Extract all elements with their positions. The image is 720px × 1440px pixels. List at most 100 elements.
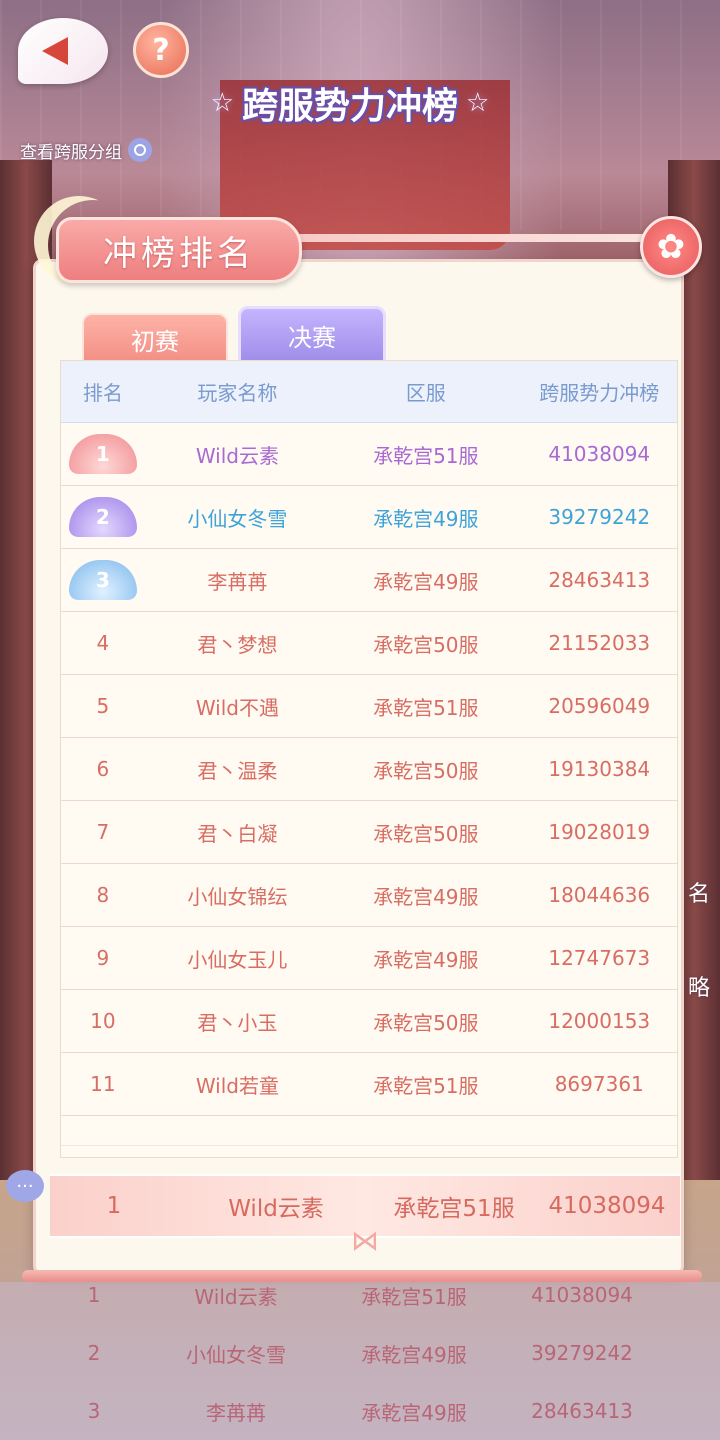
rank-3-fan-icon: 3 <box>68 560 137 600</box>
score: 19028019 <box>548 820 651 844</box>
view-group-link[interactable]: 查看跨服分组 <box>20 136 152 164</box>
rank-number: 4 <box>96 631 110 655</box>
score: 39279242 <box>548 505 651 529</box>
rank-number: 11 <box>90 1072 116 1096</box>
server-name: 承乾宫51服 <box>361 1284 467 1309</box>
col-player-name: 玩家名称 <box>197 381 278 405</box>
rank-number: 1 <box>87 1283 101 1307</box>
player-name: 小仙女锦纭 <box>187 884 288 909</box>
rank-number: 10 <box>90 1009 116 1033</box>
table-row-cut-off <box>61 1116 677 1146</box>
player-name: 李苒苒 <box>206 1400 266 1425</box>
rank-1-fan-icon: 1 <box>68 434 137 474</box>
score: 41038094 <box>531 1283 633 1307</box>
table-row: 6 君丶温柔 承乾宫50服 19130384 <box>61 738 677 801</box>
rank-number: 2 <box>87 1341 101 1365</box>
ranking-table[interactable]: 排名 玩家名称 区服 跨服势力冲榜 1 Wild云素 承乾宫51服 410380… <box>60 360 678 1158</box>
server-name: 承乾宫50服 <box>373 821 479 846</box>
star-icon: ☆ <box>210 88 234 118</box>
tab-final-label: 决赛 <box>288 323 336 352</box>
my-player-name: Wild云素 <box>228 1196 324 1222</box>
rank-number: 5 <box>96 694 110 718</box>
score: 8697361 <box>554 1072 644 1096</box>
question-icon: ? <box>152 32 170 68</box>
chat-icon[interactable]: ··· <box>6 1170 44 1202</box>
star-icon: ☆ <box>466 88 490 118</box>
side-label-strategy[interactable]: 略 <box>688 970 710 1002</box>
server-name: 承乾宫49服 <box>373 506 479 531</box>
table-row: 8 小仙女锦纭 承乾宫49服 18044636 <box>61 864 677 927</box>
server-name: 承乾宫50服 <box>373 1010 479 1035</box>
score: 28463413 <box>531 1399 633 1423</box>
my-server-name: 承乾宫51服 <box>393 1196 515 1222</box>
page-title: 跨服势力冲榜 <box>241 85 458 127</box>
server-name: 承乾宫49服 <box>361 1342 467 1367</box>
tab-preliminary[interactable]: 初赛 <box>82 313 228 365</box>
server-name: 承乾宫51服 <box>373 695 479 720</box>
score: 21152033 <box>548 631 651 655</box>
player-name: 君丶温柔 <box>197 758 278 783</box>
server-name: 承乾宫50服 <box>373 758 479 783</box>
rank-number: 7 <box>96 820 110 844</box>
background-row: 3 李苒苒 承乾宫49服 28463413 <box>40 1382 680 1440</box>
panel-tag: 冲榜排名 <box>56 217 302 283</box>
table-row: 5 Wild不遇 承乾宫51服 20596049 <box>61 675 677 738</box>
server-name: 承乾宫49服 <box>373 569 479 594</box>
rank-number: 3 <box>87 1399 101 1423</box>
player-name: 李苒苒 <box>207 569 268 594</box>
background-list: 1 Wild云素 承乾宫51服 41038094 2 小仙女冬雪 承乾宫49服 … <box>40 1266 680 1440</box>
title-banner: ☆ 跨服势力冲榜 ☆ <box>180 68 520 138</box>
player-name: Wild若童 <box>195 1073 279 1098</box>
tab-preliminary-label: 初赛 <box>131 327 179 356</box>
player-name: Wild云素 <box>195 443 279 468</box>
player-name: 君丶白凝 <box>197 821 278 846</box>
my-rank-number: 1 <box>106 1193 122 1219</box>
side-label-name: 名 <box>687 882 710 907</box>
table-row: 4 君丶梦想 承乾宫50服 21152033 <box>61 612 677 675</box>
table-row: 11 Wild若童 承乾宫51服 8697361 <box>61 1053 677 1116</box>
server-name: 承乾宫51服 <box>373 1073 479 1098</box>
server-name: 承乾宫50服 <box>373 632 479 657</box>
search-icon <box>128 138 152 162</box>
score: 20596049 <box>548 694 651 718</box>
player-name: Wild不遇 <box>195 695 279 720</box>
flower-close-icon: ✿ <box>656 227 686 267</box>
player-name: 君丶小玉 <box>197 1010 278 1035</box>
view-group-label: 查看跨服分组 <box>20 142 122 163</box>
back-arrow-icon <box>42 37 68 65</box>
table-row: 7 君丶白凝 承乾宫50服 19028019 <box>61 801 677 864</box>
back-button[interactable] <box>18 18 108 84</box>
score: 39279242 <box>531 1341 633 1365</box>
bow-icon: ⋈ <box>351 1224 379 1257</box>
server-name: 承乾宫51服 <box>373 443 479 468</box>
col-score: 跨服势力冲榜 <box>539 381 660 405</box>
player-name: 小仙女玉儿 <box>187 947 288 972</box>
server-name: 承乾宫49服 <box>373 884 479 909</box>
player-name: Wild云素 <box>194 1284 278 1309</box>
score: 28463413 <box>548 568 651 592</box>
close-button[interactable]: ✿ <box>640 216 702 278</box>
background-row: 1 Wild云素 承乾宫51服 41038094 <box>40 1266 680 1324</box>
col-server: 区服 <box>405 381 446 405</box>
table-row: 3 李苒苒 承乾宫49服 28463413 <box>61 549 677 612</box>
table-row: 10 君丶小玉 承乾宫50服 12000153 <box>61 990 677 1053</box>
my-score: 41038094 <box>548 1193 666 1219</box>
server-name: 承乾宫49服 <box>373 947 479 972</box>
col-rank: 排名 <box>82 381 123 405</box>
player-name: 君丶梦想 <box>197 632 278 657</box>
score: 41038094 <box>548 442 651 466</box>
server-name: 承乾宫49服 <box>361 1400 467 1425</box>
table-row: 2 小仙女冬雪 承乾宫49服 39279242 <box>61 486 677 549</box>
rank-number: 9 <box>96 946 110 970</box>
score: 19130384 <box>548 757 651 781</box>
table-row: 1 Wild云素 承乾宫51服 41038094 <box>61 423 677 486</box>
rank-number: 6 <box>96 757 110 781</box>
score: 18044636 <box>548 883 651 907</box>
background-row: 2 小仙女冬雪 承乾宫49服 39279242 <box>40 1324 680 1382</box>
tab-final[interactable]: 决赛 <box>238 306 386 364</box>
player-name: 小仙女冬雪 <box>186 1342 286 1367</box>
table-header: 排名 玩家名称 区服 跨服势力冲榜 <box>61 361 677 423</box>
panel-tag-label: 冲榜排名 <box>103 233 255 274</box>
rank-number: 8 <box>96 883 110 907</box>
score: 12000153 <box>548 1009 651 1033</box>
